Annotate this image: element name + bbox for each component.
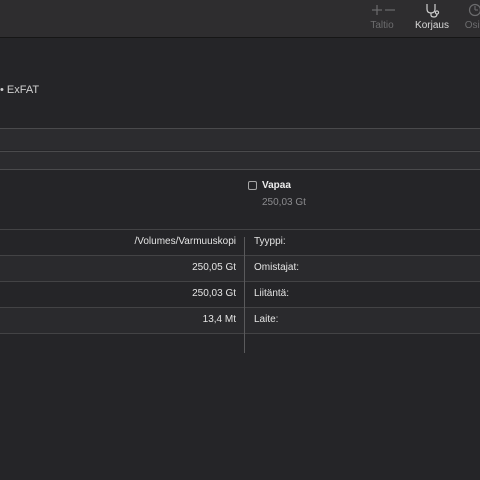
- toolbar-label-taltio: Taltio: [370, 20, 394, 31]
- divider: [0, 128, 480, 129]
- toolbar: Taltio Korjaus Osio: [0, 0, 480, 38]
- toolbar-item-korjaus[interactable]: Korjaus: [410, 0, 454, 37]
- table-row: 250,03 Gt Liitäntä:: [0, 281, 480, 307]
- info-key: Tyyppi:: [254, 236, 286, 247]
- volume-header: [0, 38, 480, 128]
- info-value: /Volumes/Varmuuskopi: [134, 236, 236, 247]
- toolbar-item-osio[interactable]: Osio: [458, 0, 480, 37]
- table-row: /Volumes/Varmuuskopi Tyyppi:: [0, 229, 480, 255]
- free-legend-label: Vapaa: [262, 180, 291, 191]
- info-key: Laite:: [254, 314, 279, 325]
- toolbar-item-taltio[interactable]: Taltio: [362, 0, 402, 37]
- toolbar-label-osio: Osio: [464, 20, 480, 31]
- divider: [0, 169, 480, 170]
- table-row: 250,05 Gt Omistajat:: [0, 255, 480, 281]
- toolbar-label-korjaus: Korjaus: [415, 20, 449, 31]
- info-value: 13,4 Mt: [202, 314, 236, 325]
- free-legend-swatch: [248, 181, 257, 190]
- info-key: Omistajat:: [254, 262, 300, 273]
- info-value: 250,03 Gt: [192, 288, 236, 299]
- table-row: 13,4 Mt Laite:: [0, 307, 480, 334]
- info-key: Liitäntä:: [254, 288, 290, 299]
- info-value: 250,05 Gt: [192, 262, 236, 273]
- volume-format-text: • ExFAT: [0, 84, 40, 96]
- column-divider: [244, 237, 245, 353]
- usage-bar: [0, 152, 480, 169]
- info-table: /Volumes/Varmuuskopi Tyyppi: 250,05 Gt O…: [0, 229, 480, 334]
- free-legend-value: 250,03 Gt: [262, 197, 306, 208]
- usage-strip: [0, 129, 480, 150]
